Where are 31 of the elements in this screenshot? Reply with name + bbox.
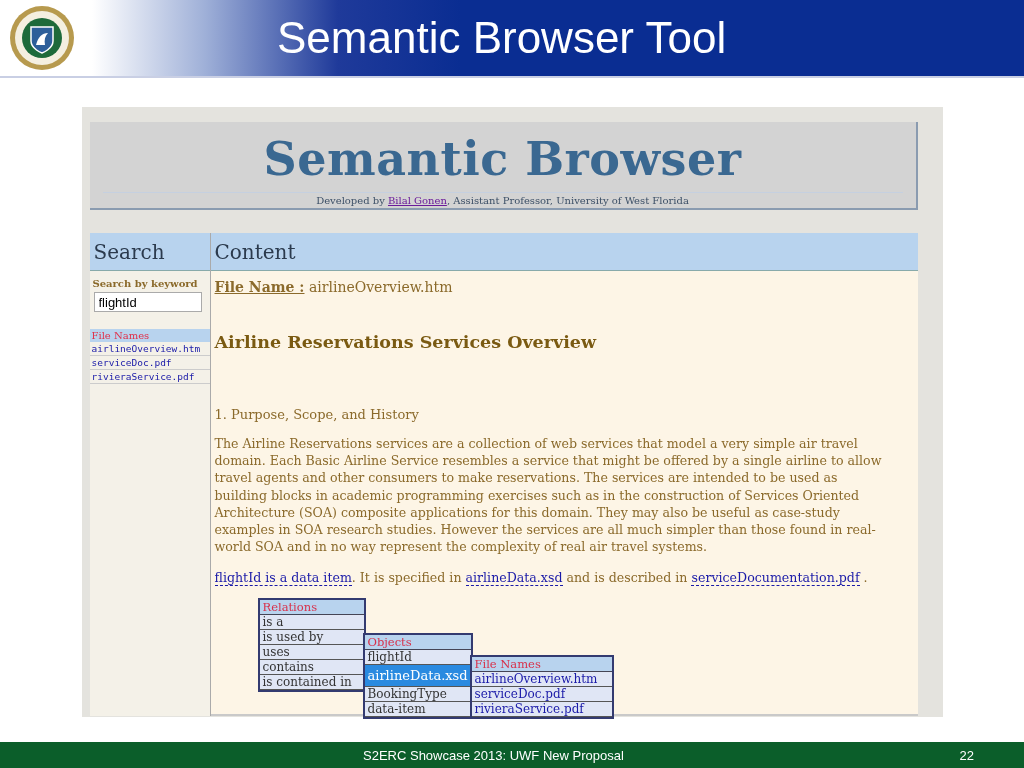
link-sentence: flightId is a data item. It is specified in airlineData.xsd and is described in serviceDocumentation.pdf . (214, 569, 869, 588)
panel-header: Search (89, 233, 210, 271)
article-title: Airline Reservations Services Overview (214, 332, 598, 352)
file-name-line: File Name : airlineOverview.htm (214, 279, 454, 295)
link[interactable]: airlineData.xsd (465, 570, 563, 587)
popup-heading: File Names (471, 657, 612, 672)
keyword-label: Search by keyword (92, 278, 199, 289)
popup-item[interactable]: rivieraService.pdf (471, 702, 612, 717)
popup-item[interactable]: is a (259, 615, 364, 630)
site-title: Semantic Browser (263, 132, 742, 186)
file-link[interactable]: rivieraService.pdf (89, 370, 210, 384)
panel-header: Content (210, 233, 918, 271)
author-link[interactable]: Bilal Gonen (388, 195, 447, 206)
popup-heading: Relations (259, 600, 364, 615)
popup-item[interactable]: serviceDoc.pdf (471, 687, 612, 702)
list-heading: File Names (89, 329, 210, 342)
byline: Developed by Bilal Gonen, Assistant Professor, University of West Florida (102, 192, 903, 206)
file-link[interactable]: airlineOverview.htm (89, 342, 210, 356)
popup-item[interactable]: airlineOverview.htm (471, 672, 612, 687)
search-field[interactable]: flightId (93, 292, 202, 312)
popup-item[interactable]: airlineData.xsd (364, 665, 471, 687)
university-seal-icon (9, 5, 75, 71)
page-number: 22 (959, 747, 974, 763)
slide-title: Semantic Browser Tool (277, 13, 727, 63)
link[interactable]: flightId is a data item (214, 570, 352, 587)
section-heading: 1. Purpose, Scope, and History (214, 407, 420, 422)
file-link[interactable]: serviceDoc.pdf (89, 356, 210, 370)
link[interactable]: serviceDocumentation.pdf (691, 570, 860, 587)
paragraph: The Airline Reservations services are a collection of web services that model a very simple air travel domain. Each Basic Airline Service resembles a service that might be offered by a single airline to allow travel agents and other consumers to make reservations. The services are intended to be used as building blocks in academic programming exercises such as in the construction of Services Oriented Architecture (SOA) composite applications for this domain. They may also be useful as case-study examples in SOA research studies. However the services are all much simpler than those found in real-world SOA and in no way represent the complexity of real air travel systems. (214, 435, 883, 556)
popup-heading: Objects (364, 635, 471, 650)
footer-text: S2ERC Showcase 2013: UWF New Proposal (363, 747, 624, 763)
